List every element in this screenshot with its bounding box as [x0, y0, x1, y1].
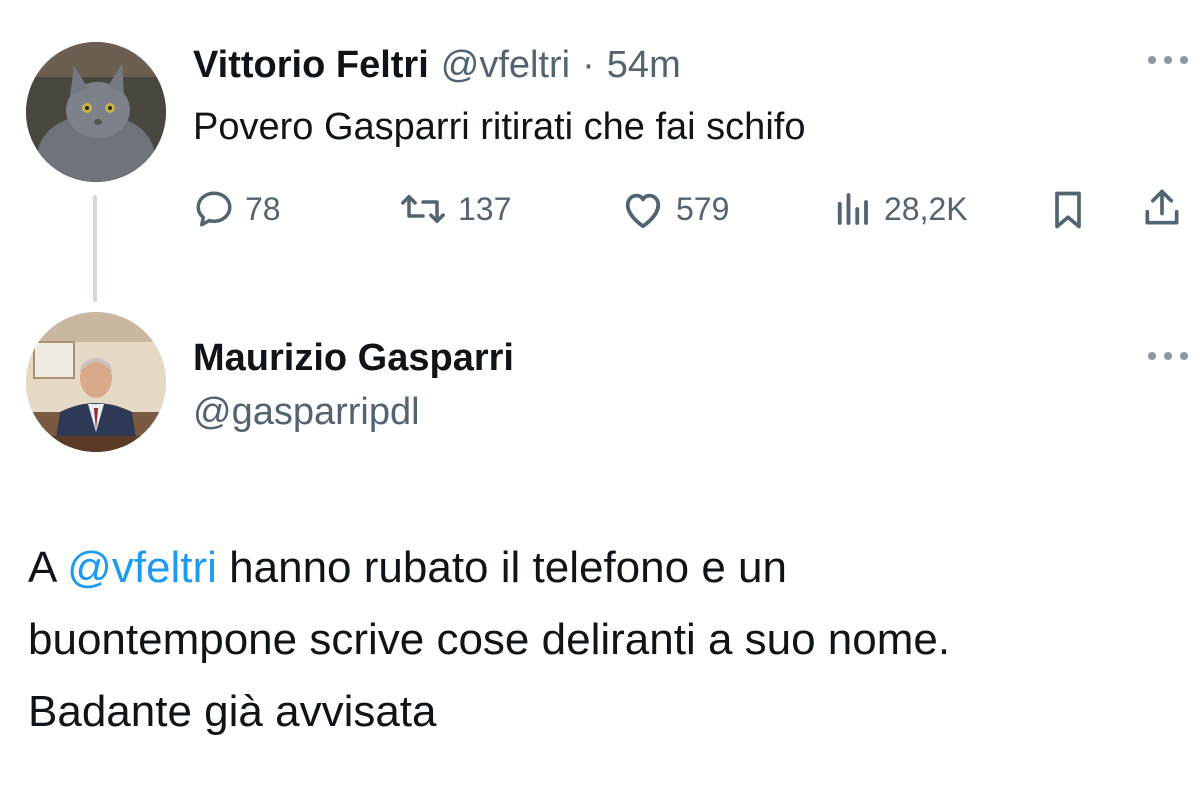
tweet-text-line-2: buontempone scrive cose deliranti a suo …: [28, 615, 951, 664]
tweet1-header: Vittorio Feltri @vfeltri · 54m: [193, 42, 681, 88]
retweet-icon: [401, 195, 445, 223]
thread-connector-line: [93, 195, 97, 302]
reply-bubble-icon: [196, 191, 232, 227]
views-count: 28,2K: [884, 190, 968, 227]
reply-count: 78: [245, 190, 281, 227]
retweet-count: 137: [458, 190, 512, 227]
author-display-name[interactable]: Maurizio Gasparri: [193, 337, 514, 380]
separator-dot: ·: [582, 43, 595, 86]
share-upload-icon: [1145, 189, 1179, 225]
bookmark-icon: [1055, 191, 1081, 229]
cat-avatar-icon: [26, 42, 166, 182]
bookmark-button[interactable]: [1046, 188, 1090, 237]
reply-button[interactable]: 78: [193, 188, 281, 230]
tweet-text-line-1: A @vfeltri hanno rubato il telefono e un: [28, 532, 1188, 604]
more-dots-icon: [1148, 352, 1188, 360]
more-options-button[interactable]: [1146, 342, 1190, 376]
share-button[interactable]: [1140, 186, 1184, 235]
tweet-text-prefix: A: [28, 543, 68, 592]
author-handle[interactable]: @vfeltri: [441, 44, 570, 87]
views-bar-chart-icon: [837, 193, 868, 225]
retweet-button[interactable]: 137: [398, 188, 511, 230]
tweet-text-rest: hanno rubato il telefono e un: [216, 543, 787, 592]
tweet-text: A @vfeltri hanno rubato il telefono e un…: [28, 532, 1188, 748]
tweet-timestamp[interactable]: 54m: [607, 44, 681, 87]
person-avatar-icon: [26, 312, 166, 452]
more-dots-icon: [1148, 56, 1188, 64]
like-button[interactable]: 579: [620, 188, 729, 230]
tweet-text-line-3: Badante già avvisata: [28, 687, 437, 736]
author-handle[interactable]: @gasparripdl: [193, 391, 420, 434]
tweet-text: Povero Gasparri ritirati che fai schifo: [193, 106, 806, 148]
mention-link[interactable]: @vfeltri: [67, 543, 217, 592]
more-options-button[interactable]: [1146, 46, 1190, 80]
views-button[interactable]: 28,2K: [830, 188, 968, 230]
avatar-maurizio-gasparri[interactable]: [26, 312, 166, 452]
avatar-vittorio-feltri[interactable]: [26, 42, 166, 182]
heart-icon: [625, 193, 661, 229]
like-count: 579: [676, 190, 730, 227]
author-display-name[interactable]: Vittorio Feltri: [193, 44, 429, 87]
